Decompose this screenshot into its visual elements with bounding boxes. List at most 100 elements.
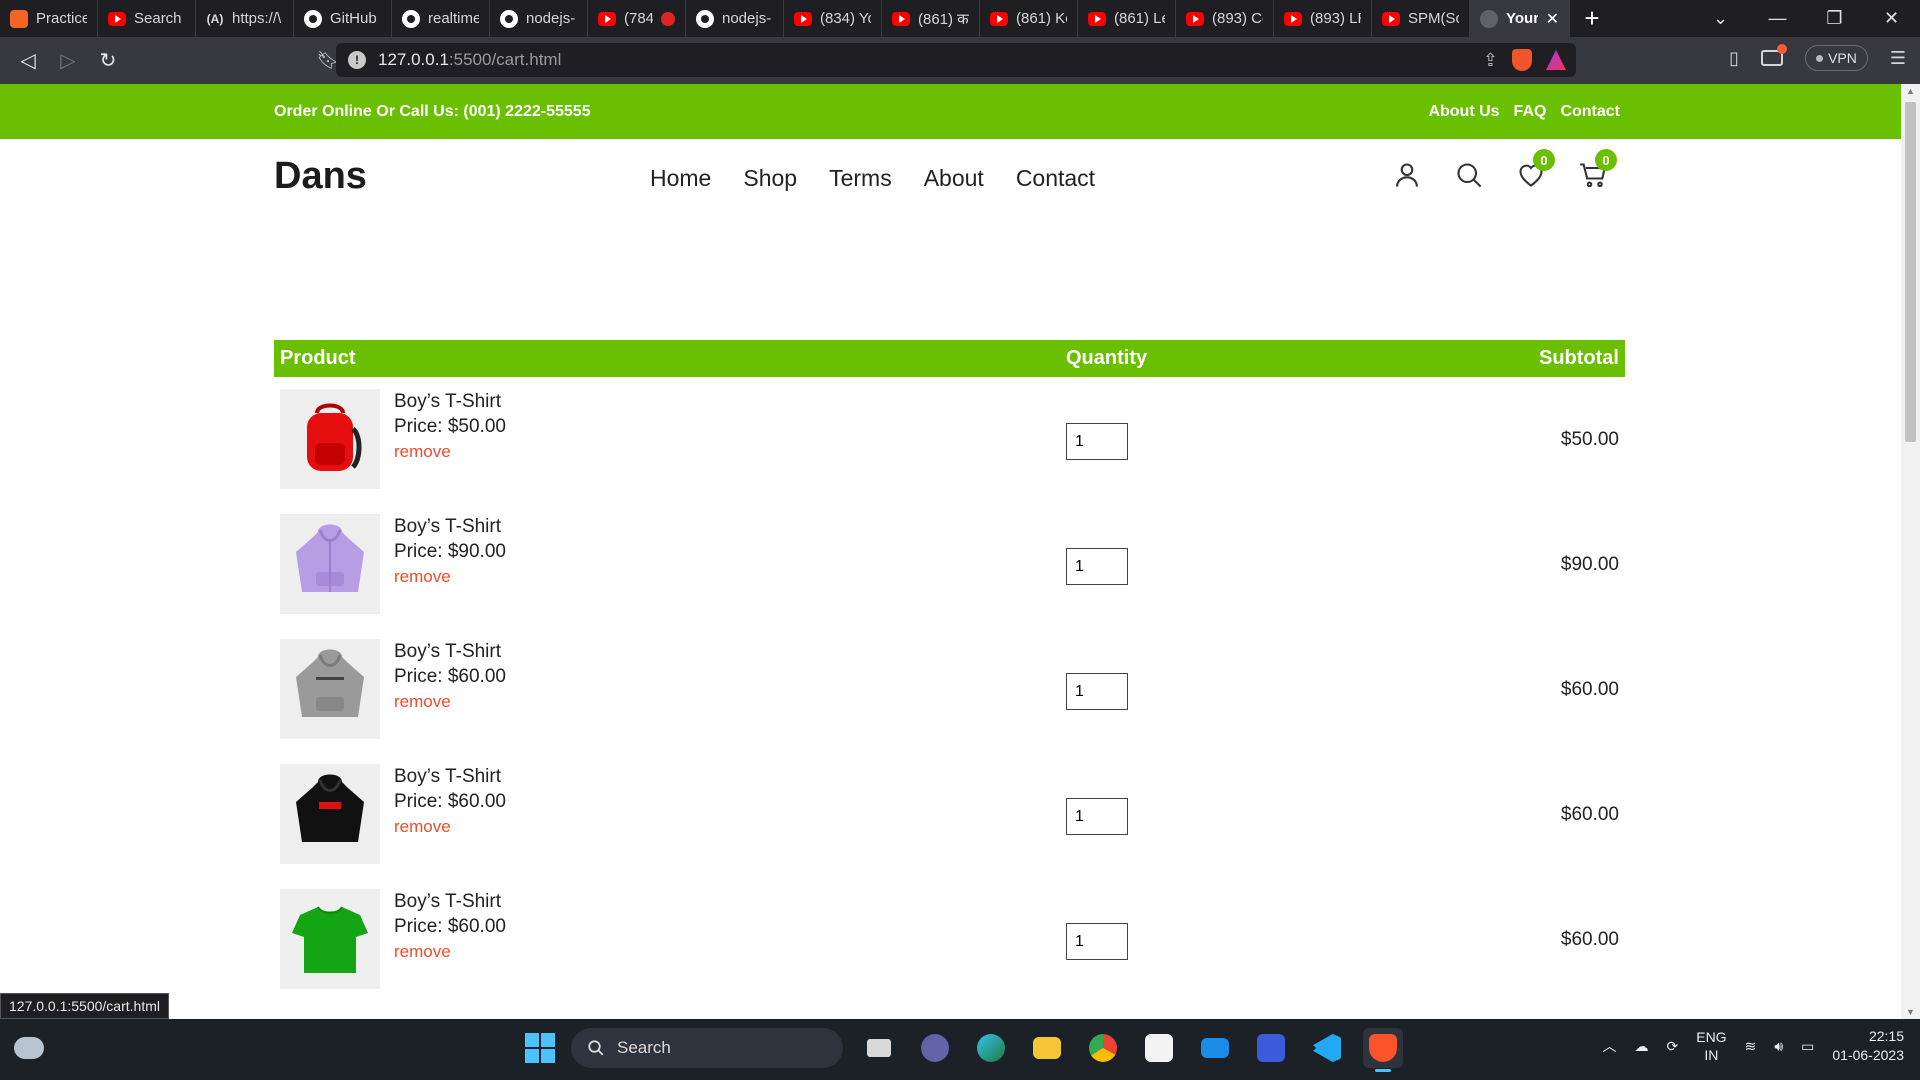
youtube-icon: [1284, 11, 1302, 26]
remove-link[interactable]: remove: [394, 689, 506, 714]
remove-link[interactable]: remove: [394, 564, 506, 589]
task-view-icon[interactable]: [859, 1028, 899, 1068]
app-m-icon[interactable]: [1251, 1028, 1291, 1068]
nav-contact[interactable]: Contact: [1016, 165, 1095, 192]
browser-tab[interactable]: (893) Co: [1176, 0, 1274, 37]
restore-button[interactable]: ❐: [1806, 8, 1863, 29]
tab-search-icon[interactable]: ⌄: [1692, 8, 1749, 29]
product-info: Boy’s T-Shirt Price: $60.00 remove: [394, 639, 506, 714]
browser-tab[interactable]: Practice: [0, 0, 98, 37]
browser-tab[interactable]: nodejs-: [490, 0, 588, 37]
browser-tab[interactable]: nodejs-: [686, 0, 784, 37]
onedrive-cloud-icon[interactable]: ☁: [1635, 1038, 1649, 1055]
tab-label: (861) क: [918, 10, 969, 28]
quantity-input[interactable]: [1066, 548, 1128, 585]
browser-tab[interactable]: GitHub: [294, 0, 392, 37]
wifi-icon[interactable]: ≋: [1745, 1038, 1757, 1055]
mail-icon[interactable]: [1195, 1028, 1235, 1068]
nav-terms[interactable]: Terms: [829, 165, 892, 192]
brave-browser-icon[interactable]: [1363, 1028, 1403, 1072]
language-indicator[interactable]: ENG IN: [1696, 1028, 1726, 1064]
forward-button[interactable]: ▷: [48, 48, 88, 73]
nav-shop[interactable]: Shop: [743, 165, 797, 192]
browser-tab-strip: Practice Search I (A) https://\ GitHub re…: [0, 0, 1920, 37]
menu-icon[interactable]: ☰: [1890, 48, 1906, 69]
quantity-input[interactable]: [1066, 923, 1128, 960]
clock[interactable]: 22:15 01-06-2023: [1832, 1027, 1904, 1065]
remove-link[interactable]: remove: [394, 439, 506, 464]
product-name: Boy’s T-Shirt: [394, 641, 502, 662]
tab-label: realtime: [428, 10, 479, 27]
product-name: Boy’s T-Shirt: [394, 766, 502, 787]
codecademy-icon: [10, 9, 28, 28]
chrome-icon[interactable]: [1083, 1028, 1123, 1068]
url-host: 127.0.0.1: [378, 50, 449, 69]
browser-tab-active[interactable]: Your ✕: [1470, 0, 1570, 37]
taskbar: Search ︿ ☁ ⟳ ENG IN ≋ 🔊︎ ▭ 22:15 01-06-2…: [0, 1019, 1920, 1080]
minimize-button[interactable]: —: [1749, 8, 1806, 29]
cart-row: Boy’s T-Shirt Price: $60.00 remove $60.0…: [274, 627, 1625, 752]
search-icon[interactable]: [1455, 161, 1483, 189]
weather-icon[interactable]: [14, 1037, 44, 1059]
rewards-badge: 1: [1560, 50, 1566, 56]
browser-tab[interactable]: (784): [588, 0, 686, 37]
page-scrollbar[interactable]: ▲ ▼: [1901, 84, 1920, 1019]
quantity-input[interactable]: [1066, 798, 1128, 835]
user-icon[interactable]: [1393, 161, 1421, 189]
youtube-icon: [1088, 11, 1106, 26]
microsoft-store-icon[interactable]: [1139, 1028, 1179, 1068]
wishlist-heart-icon[interactable]: 0: [1517, 149, 1555, 189]
quantity-input[interactable]: [1066, 673, 1128, 710]
top-link-about-us[interactable]: About Us: [1428, 103, 1499, 121]
battery-icon[interactable]: ▭: [1801, 1038, 1814, 1055]
search-icon: [588, 1040, 604, 1056]
close-tab-icon[interactable]: ✕: [1546, 9, 1559, 29]
brave-rewards-icon[interactable]: 1: [1546, 50, 1566, 70]
cart-icon[interactable]: 0: [1579, 149, 1617, 189]
wallet-icon[interactable]: [1761, 44, 1788, 66]
brave-shields-icon[interactable]: [1512, 49, 1532, 71]
top-info-bar: Order Online Or Call Us: (001) 2222-5555…: [0, 84, 1901, 139]
scroll-down-icon[interactable]: ▼: [1906, 1007, 1915, 1017]
quantity-input[interactable]: [1066, 423, 1128, 460]
new-tab-button[interactable]: +: [1570, 3, 1614, 34]
file-explorer-icon[interactable]: [1027, 1028, 1067, 1068]
site-logo[interactable]: Dans: [274, 155, 367, 198]
share-icon[interactable]: ⇪: [1483, 50, 1498, 71]
browser-tab[interactable]: (861) Ke: [980, 0, 1078, 37]
volume-icon[interactable]: 🔊︎: [1774, 1038, 1783, 1055]
browser-tab[interactable]: (834) Yo: [784, 0, 882, 37]
sidebar-icon[interactable]: ▯: [1729, 48, 1739, 69]
site-info-icon[interactable]: !: [348, 51, 366, 69]
browser-tab[interactable]: SPM(So: [1372, 0, 1470, 37]
nav-home[interactable]: Home: [650, 165, 711, 192]
top-link-contact[interactable]: Contact: [1560, 103, 1620, 121]
browser-tab[interactable]: (861) Le: [1078, 0, 1176, 37]
vscode-icon[interactable]: [1307, 1028, 1347, 1068]
browser-tab[interactable]: (861) क: [882, 0, 980, 37]
reload-button[interactable]: ↻: [88, 48, 128, 73]
youtube-icon: [1382, 11, 1400, 26]
teams-chat-icon[interactable]: [915, 1028, 955, 1068]
top-link-faq[interactable]: FAQ: [1514, 103, 1547, 121]
scrollbar-thumb[interactable]: [1905, 102, 1916, 442]
vpn-button[interactable]: VPN: [1805, 45, 1868, 71]
close-window-button[interactable]: ✕: [1863, 8, 1920, 29]
browser-tab[interactable]: (893) LR: [1274, 0, 1372, 37]
back-button[interactable]: ◁: [8, 48, 48, 73]
browser-tab[interactable]: realtime: [392, 0, 490, 37]
nav-about[interactable]: About: [924, 165, 984, 192]
edge-icon[interactable]: [971, 1028, 1011, 1068]
show-hidden-icons-chevron-icon[interactable]: ︿: [1603, 1036, 1617, 1056]
remove-link[interactable]: remove: [394, 939, 506, 964]
taskbar-search[interactable]: Search: [571, 1028, 843, 1068]
address-bar[interactable]: ! 127.0.0.1:5500/cart.html ⇪ 1: [336, 43, 1576, 77]
start-windows-icon[interactable]: [525, 1033, 555, 1063]
scroll-up-icon[interactable]: ▲: [1906, 86, 1915, 96]
sync-icon[interactable]: ⟳: [1667, 1038, 1679, 1055]
product-price: Price: $60.00: [394, 916, 506, 937]
remove-link[interactable]: remove: [394, 814, 506, 839]
product-info: Boy’s T-Shirt Price: $90.00 remove: [394, 514, 506, 589]
browser-tab[interactable]: Search I: [98, 0, 196, 37]
browser-tab[interactable]: (A) https://\: [196, 0, 294, 37]
